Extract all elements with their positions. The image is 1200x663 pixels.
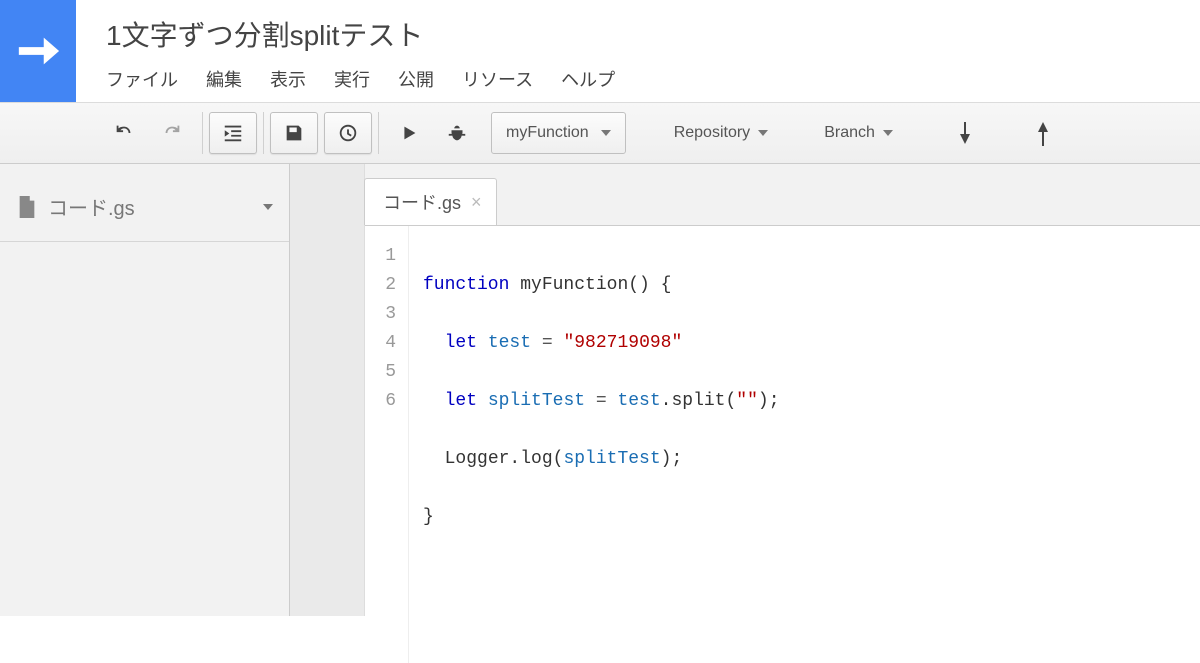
menu-resources[interactable]: リソース xyxy=(462,66,533,92)
save-icon xyxy=(283,122,305,144)
line-number: 2 xyxy=(365,271,396,300)
repository-label: Repository xyxy=(674,124,750,142)
chevron-down-icon xyxy=(758,130,768,136)
menu-publish[interactable]: 公開 xyxy=(398,66,434,92)
code-line: let splitTest = test.split(""); xyxy=(423,387,780,416)
line-number: 6 xyxy=(365,387,396,416)
menu-run[interactable]: 実行 xyxy=(334,66,370,92)
play-icon xyxy=(398,122,420,144)
pull-button[interactable] xyxy=(941,112,989,154)
menu-file[interactable]: ファイル xyxy=(106,66,178,92)
editor-gutter-strip xyxy=(290,164,365,616)
menu-edit[interactable]: 編集 xyxy=(206,66,242,92)
function-select-label: myFunction xyxy=(506,124,589,142)
history-button[interactable] xyxy=(324,112,372,154)
toolbar-separator xyxy=(202,112,203,154)
editor-panel: コード.gs × 1 2 3 4 5 6 function myFunction… xyxy=(365,164,1200,616)
run-button[interactable] xyxy=(385,112,433,154)
editor-wrap: コード.gs × 1 2 3 4 5 6 function myFunction… xyxy=(290,164,1200,616)
arrow-up-icon xyxy=(1038,122,1048,132)
indent-icon xyxy=(222,122,244,144)
arrow-right-icon xyxy=(15,28,61,74)
toolbar: myFunction Repository Branch xyxy=(0,102,1200,164)
push-button[interactable] xyxy=(1019,112,1067,154)
undo-button[interactable] xyxy=(100,112,148,154)
menu-bar: ファイル 編集 表示 実行 公開 リソース ヘルプ xyxy=(106,66,1200,92)
repository-dropdown[interactable]: Repository xyxy=(656,112,786,154)
function-select[interactable]: myFunction xyxy=(491,112,626,154)
app-logo xyxy=(0,0,76,102)
header-content: 1文字ずつ分割splitテスト ファイル 編集 表示 実行 公開 リソース ヘル… xyxy=(76,0,1200,92)
main-area: コード.gs コード.gs × 1 2 3 4 5 6 xyxy=(0,164,1200,616)
toolbar-separator xyxy=(378,112,379,154)
indent-button[interactable] xyxy=(209,112,257,154)
code-line: function myFunction() { xyxy=(423,271,780,300)
arrow-stem xyxy=(1042,132,1044,146)
project-title[interactable]: 1文字ずつ分割splitテスト xyxy=(106,14,1200,54)
toolbar-separator xyxy=(263,112,264,154)
line-number: 3 xyxy=(365,300,396,329)
file-name: コード.gs xyxy=(48,192,135,221)
line-number: 5 xyxy=(365,358,396,387)
app-header: 1文字ずつ分割splitテスト ファイル 編集 表示 実行 公開 リソース ヘル… xyxy=(0,0,1200,102)
line-number: 4 xyxy=(365,329,396,358)
code-editor[interactable]: 1 2 3 4 5 6 function myFunction() { let … xyxy=(365,225,1200,663)
close-icon[interactable]: × xyxy=(471,193,482,211)
sidebar-divider xyxy=(0,241,289,242)
chevron-down-icon xyxy=(601,130,611,136)
file-item[interactable]: コード.gs xyxy=(0,182,289,231)
code-content[interactable]: function myFunction() { let test = "9827… xyxy=(409,226,780,663)
code-line xyxy=(423,561,780,590)
editor-tabbar: コード.gs × xyxy=(364,178,1200,225)
bug-icon xyxy=(446,122,468,144)
chevron-down-icon xyxy=(883,130,893,136)
file-sidebar: コード.gs xyxy=(0,164,290,616)
editor-tab[interactable]: コード.gs × xyxy=(364,178,497,225)
code-line: } xyxy=(423,503,780,532)
code-line: Logger.log(splitTest); xyxy=(423,445,780,474)
line-numbers: 1 2 3 4 5 6 xyxy=(365,226,409,663)
arrow-down-icon xyxy=(960,134,970,144)
redo-icon xyxy=(161,122,183,144)
line-number: 1 xyxy=(365,242,396,271)
save-button[interactable] xyxy=(270,112,318,154)
code-line: let test = "982719098" xyxy=(423,329,780,358)
file-icon xyxy=(16,194,38,220)
debug-button[interactable] xyxy=(433,112,481,154)
menu-view[interactable]: 表示 xyxy=(270,66,306,92)
chevron-down-icon xyxy=(263,204,273,210)
branch-dropdown[interactable]: Branch xyxy=(806,112,911,154)
redo-button[interactable] xyxy=(148,112,196,154)
menu-help[interactable]: ヘルプ xyxy=(561,66,615,92)
tab-label: コード.gs xyxy=(383,189,461,215)
clock-icon xyxy=(337,122,359,144)
branch-label: Branch xyxy=(824,124,875,142)
undo-icon xyxy=(113,122,135,144)
